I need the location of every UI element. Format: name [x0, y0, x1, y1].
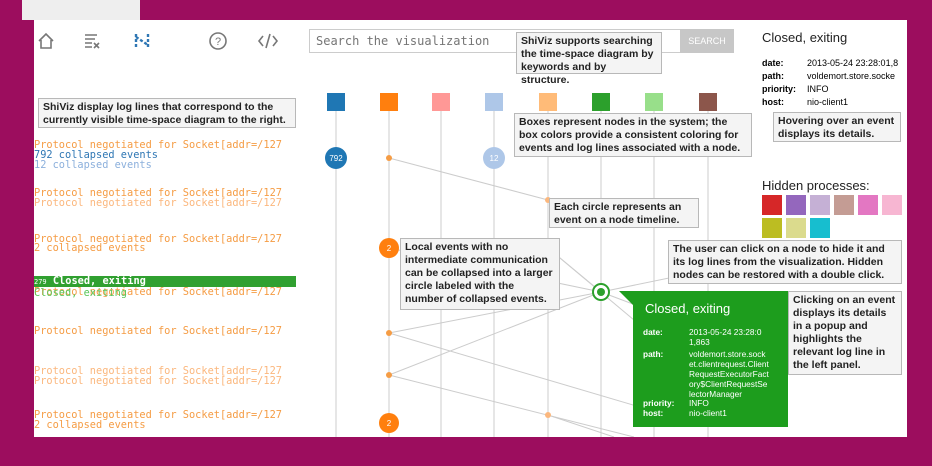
shiviz-panel: ? SEARCH — [34, 20, 907, 437]
node-box-7[interactable] — [645, 93, 663, 111]
hidden-process-swatch[interactable] — [786, 195, 806, 215]
hidden-process-swatch[interactable] — [882, 195, 902, 215]
details-host-label: host: — [762, 97, 784, 107]
details-priority-label: priority: — [762, 84, 797, 94]
hidden-process-swatch[interactable] — [762, 195, 782, 215]
hidden-process-swatch[interactable] — [786, 218, 806, 238]
hidden-process-swatch[interactable] — [858, 195, 878, 215]
details-date: 2013-05-24 23:28:01,8 — [807, 58, 899, 68]
hidden-process-swatch[interactable] — [762, 218, 782, 238]
popup-date-label: date: — [643, 327, 663, 337]
event-dot — [386, 372, 392, 378]
event-dot — [545, 412, 551, 418]
callout-log-lines: ShiViz display log lines that correspond… — [38, 98, 296, 128]
callout-circles: Each circle represents an event on a nod… — [549, 198, 699, 228]
highlight-count: 279 — [34, 278, 47, 286]
callout-click-event: Clicking on an event displays its detail… — [788, 291, 902, 375]
log-line[interactable]: Protocol negotiated for Socket[addr=/127 — [34, 376, 282, 386]
details-path: voldemort.store.socke — [807, 71, 896, 81]
details-host-row: host: nio-client1 — [762, 97, 907, 107]
callout-hide-node: The user can click on a node to hide it … — [668, 240, 902, 284]
hidden-process-swatch[interactable] — [834, 195, 854, 215]
hidden-processes-title: Hidden processes: — [762, 178, 870, 193]
collapsed-count: 792 — [329, 154, 343, 163]
selected-event-core — [597, 288, 605, 296]
collapsed-count: 12 — [490, 154, 499, 163]
callout-boxes: Boxes represent nodes in the system; the… — [514, 113, 752, 157]
collapsed-count: 2 — [387, 419, 392, 428]
details-path-row: path: voldemort.store.socke — [762, 71, 907, 81]
popup-priority: INFO — [689, 398, 709, 408]
details-host: nio-client1 — [807, 97, 849, 107]
node-box-8[interactable] — [699, 93, 717, 111]
callout-collapsed: Local events with no intermediate commun… — [400, 238, 560, 310]
highlight-text: Closed, exiting — [52, 275, 146, 287]
collapsed-count: 2 — [387, 244, 392, 253]
details-path-label: path: — [762, 71, 784, 81]
node-box-2[interactable] — [380, 93, 398, 111]
node-box-4[interactable] — [485, 93, 503, 111]
details-priority: INFO — [807, 84, 829, 94]
highlighted-log-line[interactable]: 279 Closed, exiting — [34, 276, 296, 287]
hidden-process-swatch[interactable] — [810, 195, 830, 215]
details-priority-row: priority: INFO — [762, 84, 907, 94]
details-date-row: date: 2013-05-24 23:28:01,8 — [762, 58, 907, 68]
popup-host: nio-client1 — [689, 408, 727, 418]
details-title: Closed, exiting — [762, 30, 848, 45]
event-popup: Closed, exiting date: 2013-05-24 23:28:0 … — [633, 291, 788, 427]
callout-search: ShiViz supports searching the time-space… — [516, 32, 662, 86]
popup-path-label: path: — [643, 349, 664, 359]
log-line[interactable]: 2 collapsed events — [34, 420, 146, 430]
node-box-6[interactable] — [592, 93, 610, 111]
message-line — [547, 414, 615, 437]
popup-path: voldemort.store.sock et.clientrequest.Cl… — [689, 349, 769, 399]
log-line[interactable]: 2 collapsed events — [34, 243, 146, 253]
event-dot — [386, 155, 392, 161]
popup-date: 2013-05-24 23:28:0 1,863 — [689, 327, 762, 347]
popup-host-label: host: — [643, 408, 664, 418]
details-date-label: date: — [762, 58, 784, 68]
log-line[interactable]: Closed, exiting — [34, 288, 127, 298]
popup-pointer — [619, 291, 633, 305]
popup-title: Closed, exiting — [645, 301, 731, 316]
message-line — [388, 374, 635, 437]
event-dot — [386, 330, 392, 336]
node-box-3[interactable] — [432, 93, 450, 111]
node-box-1[interactable] — [327, 93, 345, 111]
callout-hover: Hovering over an event displays its deta… — [773, 112, 901, 142]
popup-priority-label: priority: — [643, 398, 675, 408]
log-line[interactable]: 12 collapsed events — [34, 160, 152, 170]
message-line — [388, 157, 549, 201]
hidden-process-swatch[interactable] — [810, 218, 830, 238]
log-line[interactable]: Protocol negotiated for Socket[addr=/127 — [34, 326, 282, 336]
node-box-5[interactable] — [539, 93, 557, 111]
log-line[interactable]: Protocol negotiated for Socket[addr=/127 — [34, 198, 282, 208]
window-strip — [22, 0, 140, 20]
